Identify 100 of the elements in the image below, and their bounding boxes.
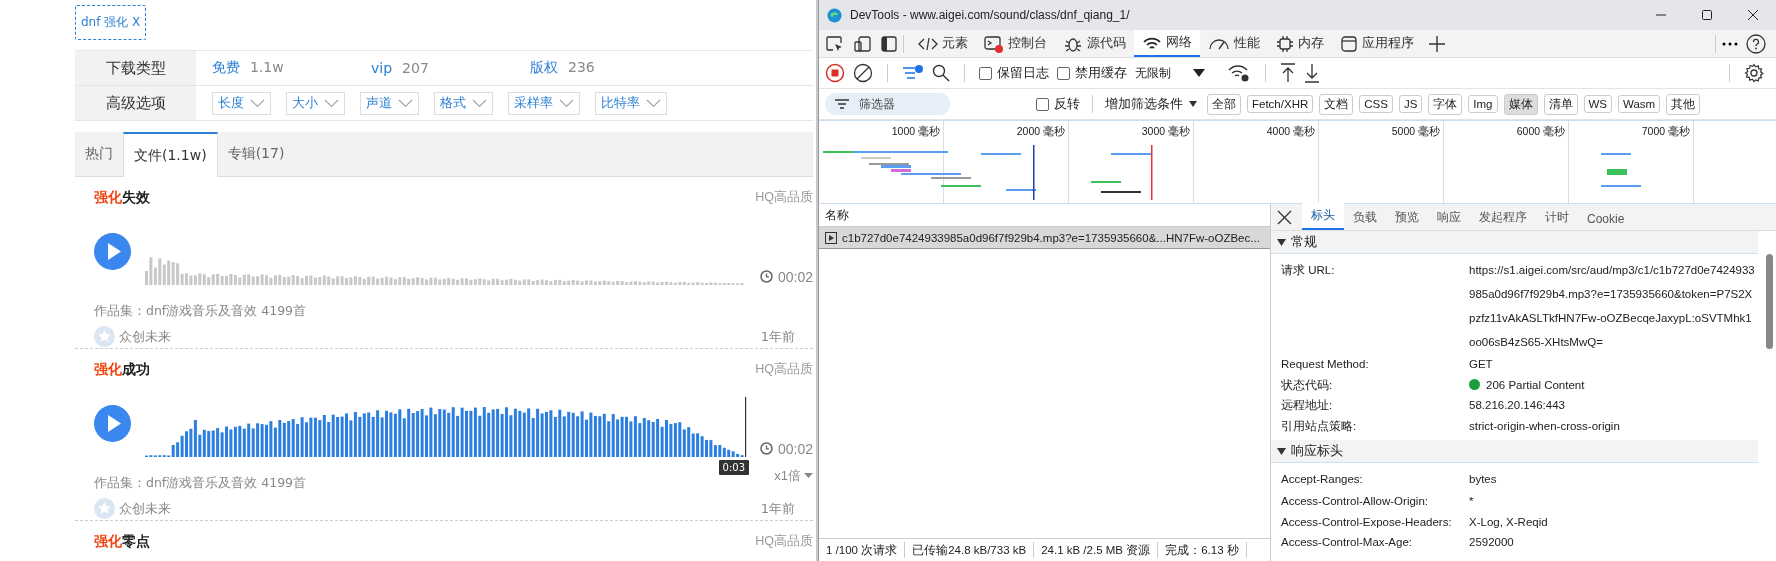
close-icon[interactable] [1747,9,1759,21]
section-header[interactable]: 常规 [1271,231,1758,254]
checkbox[interactable]: 禁用缓存 [1057,64,1127,82]
tick-label: 3000 毫秒 [1141,125,1190,137]
header-name: 请求 URL: [1281,263,1336,278]
status-text: 1 /100 次请求 [819,542,906,558]
filter-chip[interactable]: Fetch/XHR [1247,95,1314,113]
throttle-dropdown[interactable]: 无限制 [1135,64,1171,82]
chevron-down-icon [559,98,574,108]
filter-chip[interactable]: 全部 [1207,93,1241,115]
device-icon[interactable] [853,34,873,53]
header-value: * [1469,494,1475,509]
filter-chip[interactable]: 清单 [1543,93,1578,115]
detail-tab[interactable]: Cookie [1578,212,1634,230]
filter-chip[interactable]: 其他 [1666,93,1701,115]
panel-tab[interactable]: 控制台 [976,30,1055,57]
detail-tab[interactable]: 计时 [1536,209,1578,230]
dropdown[interactable]: 格式 [434,91,493,115]
tick-label: 7000 毫秒 [1641,125,1690,137]
inspect-icon[interactable] [825,34,845,53]
section-header[interactable]: 响应标头 [1271,440,1758,463]
chevron-down-icon [646,98,661,108]
caret-down-icon[interactable] [1189,101,1197,107]
detail-tab[interactable]: 预览 [1386,209,1428,230]
search-tag[interactable]: dnf 强化 X [75,5,147,40]
panel-tab[interactable]: 内存 [1268,30,1332,57]
quality-label: HQ高品质 [755,189,813,206]
tab[interactable]: 文件(1.1w) [123,132,218,177]
add-icon[interactable] [1428,34,1446,53]
add-filter-dropdown[interactable]: 增加筛选条件 [1105,95,1183,113]
filter-chip[interactable]: 字体 [1428,93,1463,115]
caret-down-icon[interactable] [1193,69,1205,77]
tab[interactable]: 热门 [75,132,123,176]
dropdown[interactable]: 大小 [286,91,345,115]
panel-tab[interactable]: 网络 [1134,30,1200,57]
tick-label: 5000 毫秒 [1391,125,1440,137]
filter-icon[interactable] [902,64,924,82]
detail-tab[interactable]: 发起程序 [1470,209,1536,230]
quality-label: HQ高品质 [755,361,813,378]
filter-chip[interactable]: 文档 [1319,93,1354,115]
filter-chip[interactable]: Img [1468,95,1498,113]
filter-chip[interactable]: 媒体 [1503,93,1538,115]
clock-icon [759,270,773,283]
filter-chip[interactable]: Wasm [1618,95,1661,113]
panel-tab[interactable]: 源代码 [1055,30,1134,57]
panel-tab[interactable]: 应用程序 [1332,30,1422,57]
close-icon[interactable] [1277,209,1292,225]
age-text: 1年前 [760,327,795,346]
detail-tab[interactable]: 响应 [1428,209,1470,230]
sound-title[interactable]: 强化失效 [94,189,150,207]
request-row[interactable]: c1b727d0e7424933985a0d96f7f929b4.mp3?e=1735935660&...HN7Fw-oOZBec... [819,227,1270,249]
filter-chip[interactable]: WS [1583,95,1613,113]
panel-tab[interactable]: 性能 [1200,30,1268,57]
detail-tab[interactable]: 负载 [1344,209,1386,230]
header-value: 58.216.20.146:443 [1469,398,1566,413]
play-button[interactable] [94,232,131,270]
sound-title[interactable]: 强化成功 [94,361,150,379]
filter-chip[interactable]: JS [1398,95,1423,113]
header-name: Accept-Ranges: [1281,472,1364,487]
panel-tab[interactable]: 元素 [910,30,976,57]
filter-field[interactable]: 筛选器 [825,93,950,115]
filter-lines-icon [835,99,849,109]
sound-title[interactable]: 强化零点 [94,533,150,551]
settings-icon[interactable] [1744,63,1764,83]
download-icon[interactable] [1304,63,1320,83]
detail-tab[interactable]: 标头 [1302,203,1344,230]
network-settings-icon[interactable] [1227,63,1251,83]
scrollbar-thumb[interactable] [1766,254,1773,349]
help-icon[interactable] [1746,33,1766,54]
filter-option[interactable]: 免费 [212,59,240,75]
checkbox[interactable]: 反转 [1036,95,1080,113]
upload-icon[interactable] [1280,63,1296,83]
stop-recording-icon[interactable] [825,63,845,83]
code-icon [918,35,938,52]
filter-option[interactable]: 版权 [530,59,558,75]
play-button[interactable] [94,404,131,442]
waveform-drawing[interactable] [145,397,747,457]
caret-down-icon [1277,447,1286,455]
collection-text: 作品集：dnf游戏音乐及音效 4199首 [94,303,307,320]
dock-icon[interactable] [881,34,897,53]
header-value: X-Log, X-Reqid [1469,514,1549,530]
checkbox[interactable]: 保留日志 [979,64,1049,82]
filter-option[interactable]: vip [371,60,393,76]
author-link[interactable]: 众创未来 [119,499,171,518]
dropdown[interactable]: 长度 [212,91,271,115]
tab[interactable]: 专辑(17) [217,132,295,176]
chevron-down-icon [250,98,265,108]
search-icon[interactable] [932,64,950,82]
maximize-icon[interactable] [1701,9,1713,21]
filter-chip[interactable]: CSS [1359,95,1393,113]
dropdown[interactable]: 采样率 [508,91,580,115]
tick-label: 2000 毫秒 [1016,125,1065,137]
header-value: 206 Partial Content [1469,374,1756,395]
speed-dropdown[interactable]: x1倍 [774,467,813,485]
dropdown[interactable]: 声道 [360,91,419,115]
author-link[interactable]: 众创未来 [119,327,171,346]
dropdown[interactable]: 比特率 [595,91,667,115]
header-name: Access-Control-Max-Age: [1281,535,1413,550]
media-file-icon [825,231,837,244]
clear-icon[interactable] [853,63,873,83]
